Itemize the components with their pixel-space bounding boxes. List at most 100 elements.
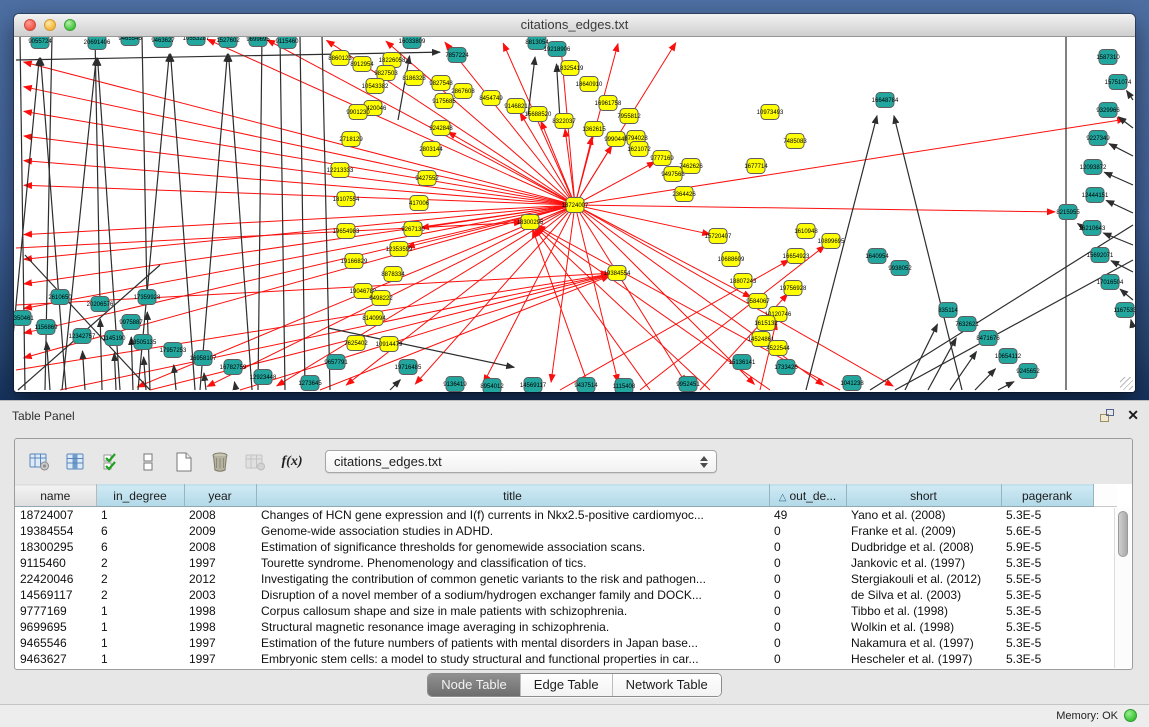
create-column-button[interactable] [169, 449, 199, 475]
network-node[interactable]: 18325419 [557, 61, 584, 76]
network-node[interactable]: 2610650 [48, 290, 72, 305]
network-node[interactable]: 8954012 [480, 379, 504, 393]
column-header-name[interactable]: name [15, 485, 96, 507]
network-node[interactable]: 20691406 [84, 37, 111, 50]
table-row[interactable]: 1872400712008Changes of HCN gene express… [15, 507, 1117, 523]
network-node[interactable]: 16648784 [872, 93, 899, 108]
network-node[interactable]: 14569117 [520, 378, 547, 393]
network-canvas[interactable]: 9055724206914069465546946362710553287152… [14, 37, 1135, 392]
network-node[interactable]: 1527602 [216, 37, 240, 48]
network-node[interactable]: 417006 [409, 196, 430, 211]
network-node[interactable]: 9437514 [574, 378, 598, 393]
network-node[interactable]: 7632621 [955, 317, 979, 332]
network-node[interactable]: 18807243 [730, 274, 757, 289]
show-columns-button[interactable] [61, 449, 91, 475]
table-row[interactable]: 977716911998Corpus callosum shape and si… [15, 603, 1117, 619]
network-node[interactable]: 7462626 [679, 159, 703, 174]
network-node[interactable]: 9498222 [369, 291, 393, 306]
network-node[interactable]: 9952451 [676, 377, 700, 392]
window-titlebar[interactable]: citations_edges.txt [14, 14, 1135, 37]
table-row[interactable]: 1456911722003Disruption of a novel membe… [15, 587, 1117, 603]
table-row[interactable]: 969969511998Structural magnetic resonanc… [15, 619, 1117, 635]
network-node[interactable]: 8140994 [362, 311, 386, 326]
tab-edge-table[interactable]: Edge Table [520, 674, 612, 696]
network-node[interactable]: 4522544 [766, 341, 790, 356]
network-node[interactable]: 8186328 [402, 71, 426, 86]
network-node[interactable]: 9901230 [346, 105, 370, 120]
float-panel-icon[interactable] [1100, 408, 1115, 422]
network-node[interactable]: 19716485 [395, 360, 422, 375]
network-node[interactable]: 9227349 [1086, 131, 1110, 146]
minimize-window-button[interactable] [44, 19, 56, 31]
column-header-pagerank[interactable]: pagerank [1001, 485, 1093, 507]
tab-network-table[interactable]: Network Table [612, 674, 721, 696]
network-node[interactable]: 16210643 [1079, 221, 1106, 236]
network-node[interactable]: 12093872 [1080, 160, 1107, 175]
delete-column-button[interactable] [205, 449, 235, 475]
network-node[interactable]: 18640910 [576, 77, 603, 92]
network-node[interactable]: 1610948 [794, 224, 818, 239]
network-node[interactable]: 15692071 [1087, 248, 1114, 263]
table-row[interactable]: 1830029562008Estimation of significance … [15, 539, 1117, 555]
network-node[interactable]: 7485083 [783, 134, 807, 149]
network-node[interactable]: 8454749 [479, 91, 503, 106]
row-height-button[interactable] [133, 449, 163, 475]
network-node[interactable]: 1733426 [774, 360, 798, 375]
network-node[interactable]: 9938052 [888, 261, 912, 276]
network-node[interactable]: 9055724 [28, 37, 52, 49]
network-node[interactable]: 10899695 [818, 234, 845, 249]
window-resize-grip[interactable] [1120, 377, 1133, 390]
close-window-button[interactable] [24, 19, 36, 31]
select-rows-button[interactable] [97, 449, 127, 475]
table-row[interactable]: 946554611997Estimation of the future num… [15, 635, 1117, 651]
network-node[interactable]: 1115408 [613, 379, 636, 393]
network-node[interactable]: 1587310 [1096, 50, 1120, 65]
network-node[interactable]: 17016504 [1097, 275, 1124, 290]
network-node[interactable]: 7955812 [617, 109, 641, 124]
network-node[interactable]: 1273645 [298, 376, 322, 391]
network-node[interactable]: 9827548 [429, 76, 453, 91]
network-node[interactable]: 9267130 [401, 222, 425, 237]
network-node[interactable]: 1362615 [582, 122, 606, 137]
network-node[interactable]: 1167533 [1114, 303, 1135, 318]
network-node[interactable]: 12213333 [327, 163, 354, 178]
table-scrollbar-track[interactable] [1114, 508, 1131, 668]
network-node[interactable]: 9115460 [276, 37, 300, 49]
network-node[interactable]: 10688609 [718, 252, 745, 267]
network-node[interactable]: 15136141 [729, 355, 756, 370]
network-node[interactable]: 16961758 [595, 96, 622, 111]
network-node[interactable]: 1621072 [627, 142, 651, 157]
network-node[interactable]: 9584067 [746, 294, 770, 309]
network-node[interactable]: 10553287 [183, 37, 210, 46]
network-node[interactable]: 13505135 [130, 335, 157, 350]
network-node[interactable]: 19384554 [604, 266, 631, 281]
network-node[interactable]: 7857224 [445, 48, 469, 63]
network-node[interactable]: 9136419 [443, 377, 467, 392]
network-node[interactable]: 8912954 [350, 57, 374, 72]
network-node[interactable]: 15751074 [1105, 75, 1132, 90]
network-node[interactable]: 8215955 [1056, 205, 1080, 220]
network-node[interactable]: 9245652 [1016, 364, 1040, 379]
table-settings-button[interactable] [25, 449, 55, 475]
network-node[interactable]: 16782759 [220, 360, 247, 375]
network-node[interactable]: 2364426 [672, 187, 696, 202]
table-scrollbar-thumb[interactable] [1118, 511, 1128, 557]
function-builder-button[interactable]: f(x) [277, 449, 307, 475]
network-node[interactable]: 10973493 [757, 105, 784, 120]
table-row[interactable]: 1938455462009Genome-wide association stu… [15, 523, 1117, 539]
network-node[interactable]: 15720407 [705, 229, 732, 244]
network-node[interactable]: 1041238 [840, 376, 864, 391]
zoom-window-button[interactable] [64, 19, 76, 31]
network-node[interactable]: 9175685 [432, 94, 456, 109]
network-node[interactable]: 2867608 [451, 84, 475, 99]
column-header-in_degree[interactable]: in_degree [96, 485, 184, 507]
network-node[interactable]: 19166829 [341, 254, 368, 269]
network-node[interactable]: 9242848 [429, 121, 453, 136]
network-node[interactable]: 1615132 [754, 316, 778, 331]
network-node[interactable]: 7625402 [344, 336, 368, 351]
network-node[interactable]: 8878334 [381, 267, 405, 282]
network-node[interactable]: 8322037 [552, 114, 576, 129]
column-header-title[interactable]: title [256, 485, 769, 507]
network-node[interactable]: 12444151 [1082, 188, 1109, 203]
table-row[interactable]: 911546021997Tourette syndrome. Phenomeno… [15, 555, 1117, 571]
